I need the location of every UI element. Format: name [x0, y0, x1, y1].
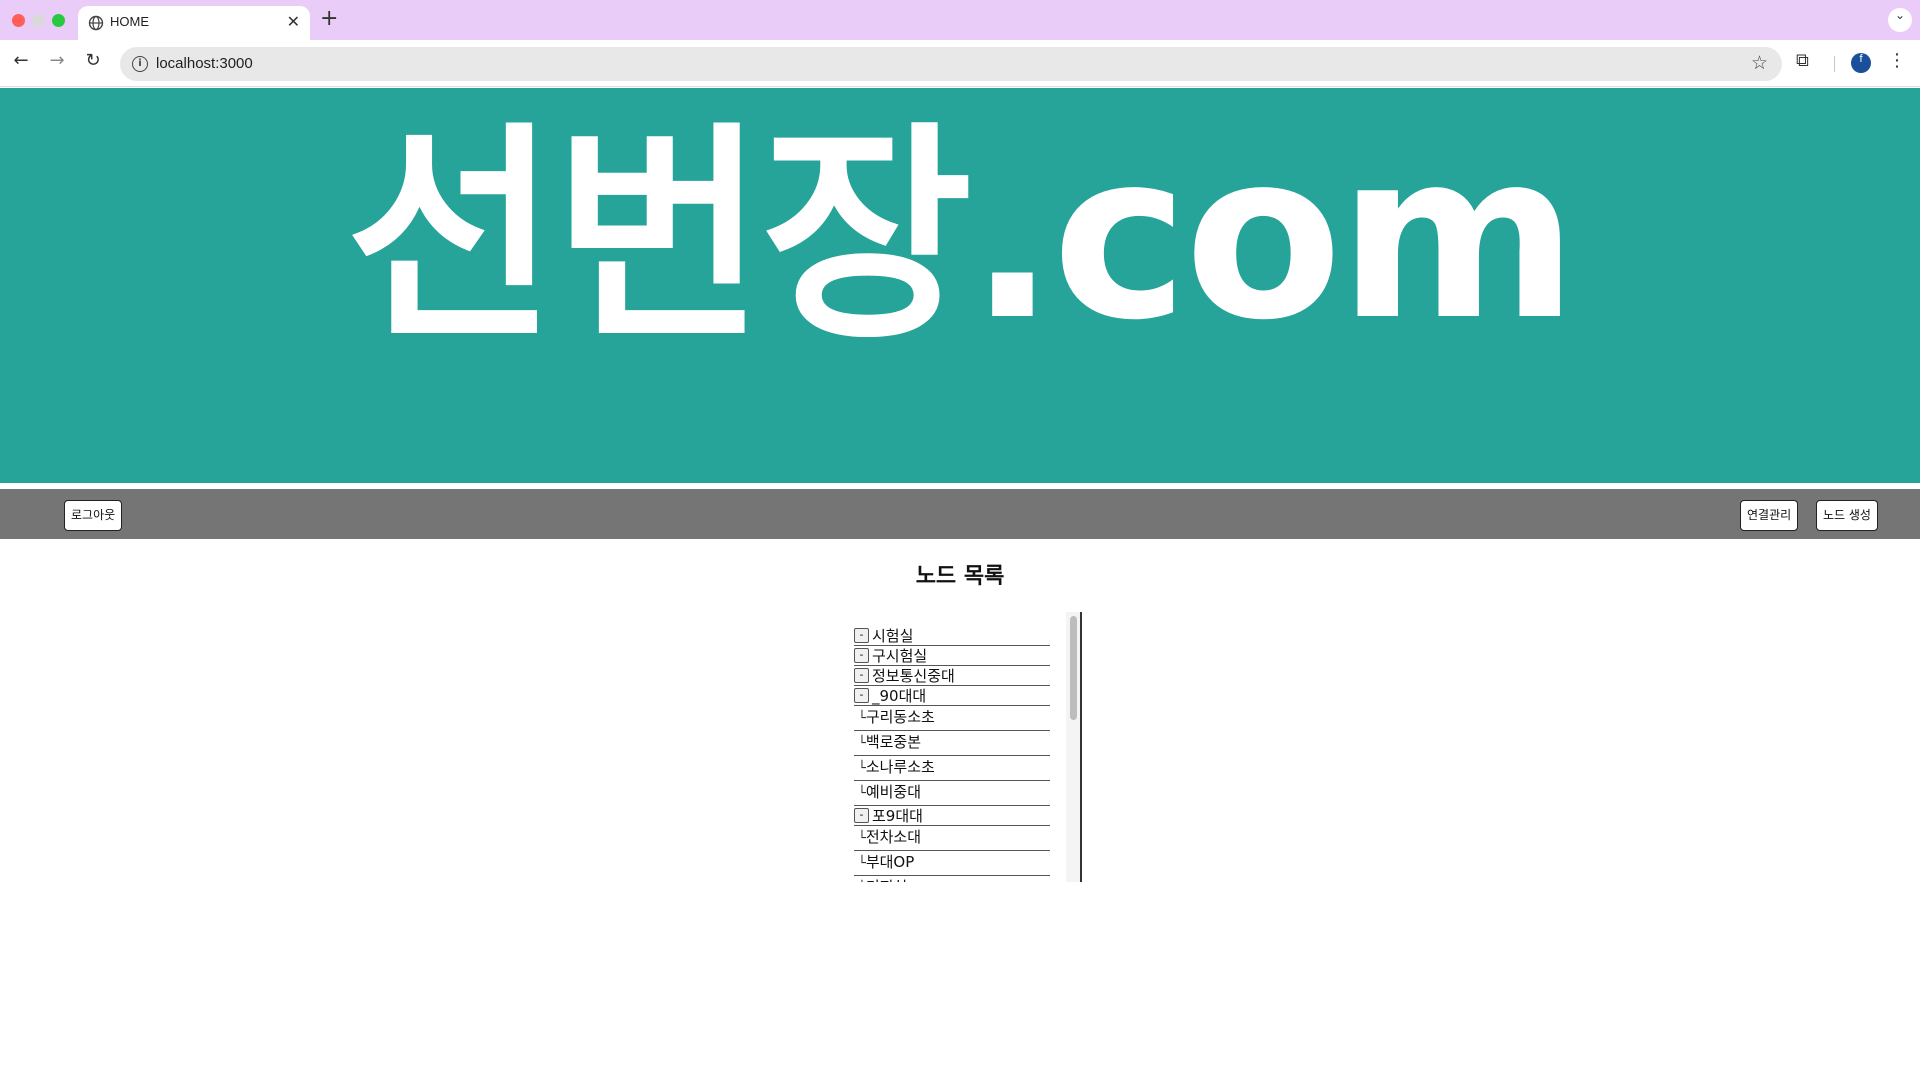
collapse-toggle[interactable]: - — [854, 808, 869, 823]
forward-button[interactable]: → — [44, 50, 70, 76]
node-list[interactable]: - 시험실 - 구시험실 - 정보통신중대 - _90대대 └구리동소초 └백로중본 └소나루소초 └… — [854, 612, 1082, 882]
browser-menu-icon[interactable]: ⋮ — [1888, 50, 1906, 71]
window-maximize-button[interactable] — [52, 14, 65, 27]
collapse-toggle[interactable]: - — [854, 628, 869, 643]
new-tab-button[interactable]: + — [320, 6, 338, 31]
create-node-button[interactable]: 노드 생성 — [1816, 500, 1878, 531]
connection-manage-button[interactable]: 연결관리 — [1740, 500, 1799, 531]
action-bar: 로그아웃 연결관리 노드 생성 — [0, 489, 1920, 539]
url-text[interactable]: localhost:3000 — [156, 55, 253, 72]
node-label: 백로중본 — [865, 733, 922, 751]
node-label: 예비중대 — [865, 783, 922, 801]
node-label: 정보통신중대 — [872, 667, 955, 685]
node-label: _90대대 — [872, 687, 927, 705]
tab-close-icon[interactable]: ✕ — [287, 12, 300, 31]
site-banner: 선번장.com — [0, 88, 1920, 486]
window-minimize-button[interactable] — [32, 14, 45, 27]
node-list-title: 노드 목록 — [915, 564, 1005, 589]
node-child-item[interactable]: └부대OP — [854, 851, 1050, 876]
node-child-item[interactable]: └예비중대 — [854, 781, 1050, 806]
scrollbar-thumb[interactable] — [1070, 616, 1077, 720]
node-label: 포9대대 — [872, 807, 923, 825]
tab-title: HOME — [110, 14, 149, 29]
branch-connector-icon: └ — [858, 856, 866, 871]
browser-tab[interactable]: HOME ✕ — [78, 6, 310, 40]
collapse-toggle[interactable]: - — [854, 668, 869, 683]
node-label: 소나루소초 — [865, 758, 935, 776]
profile-avatar[interactable]: f — [1851, 53, 1871, 73]
back-button[interactable]: ← — [8, 50, 34, 76]
node-list-scrollbar[interactable] — [1066, 612, 1082, 882]
node-child-item[interactable]: └소나루소초 — [854, 756, 1050, 781]
site-title: 선번장.com — [345, 104, 1578, 371]
branch-connector-icon: └ — [858, 736, 866, 751]
node-child-item[interactable]: └백로중본 — [854, 731, 1050, 756]
node-child-item[interactable]: └기지실 — [854, 876, 1050, 882]
tab-search-button[interactable]: ⌄ — [1888, 8, 1912, 32]
collapse-toggle[interactable]: - — [854, 648, 869, 663]
bookmark-star-icon[interactable]: ☆ — [1751, 52, 1768, 74]
extensions-icon[interactable]: ⧉ — [1796, 50, 1809, 71]
collapse-toggle[interactable]: - — [854, 688, 869, 703]
branch-connector-icon: └ — [858, 831, 866, 846]
node-label: 구시험실 — [872, 647, 928, 665]
node-group-item[interactable]: - _90대대 — [854, 686, 1050, 706]
globe-icon — [88, 15, 104, 31]
node-label: 구리동소초 — [865, 708, 935, 726]
branch-connector-icon: └ — [858, 761, 866, 776]
node-group-item[interactable]: - 구시험실 — [854, 646, 1050, 666]
node-child-item[interactable]: └전차소대 — [854, 826, 1050, 851]
node-label: 전차소대 — [865, 828, 922, 846]
browser-toolbar: ← → ↻ i localhost:3000 ☆ ⧉ f ⋮ — [0, 40, 1920, 87]
node-label: 부대OP — [865, 853, 915, 871]
node-label: 시험실 — [872, 627, 914, 645]
node-group-item[interactable]: - 포9대대 — [854, 806, 1050, 826]
site-info-icon[interactable]: i — [132, 56, 148, 72]
reload-button[interactable]: ↻ — [80, 50, 106, 76]
node-group-item[interactable]: - 시험실 — [854, 626, 1050, 646]
branch-connector-icon: └ — [858, 878, 866, 882]
toolbar-divider — [1834, 56, 1835, 72]
node-group-item[interactable]: - 정보통신중대 — [854, 666, 1050, 686]
node-child-item[interactable]: └구리동소초 — [854, 706, 1050, 731]
logout-button[interactable]: 로그아웃 — [64, 500, 123, 531]
branch-connector-icon: └ — [858, 711, 866, 726]
node-label: 기지실 — [866, 878, 907, 882]
branch-connector-icon: └ — [858, 786, 866, 801]
address-bar[interactable]: i localhost:3000 ☆ — [120, 47, 1782, 81]
window-close-button[interactable] — [12, 14, 25, 27]
browser-tab-bar: HOME ✕ + ⌄ — [0, 0, 1920, 40]
